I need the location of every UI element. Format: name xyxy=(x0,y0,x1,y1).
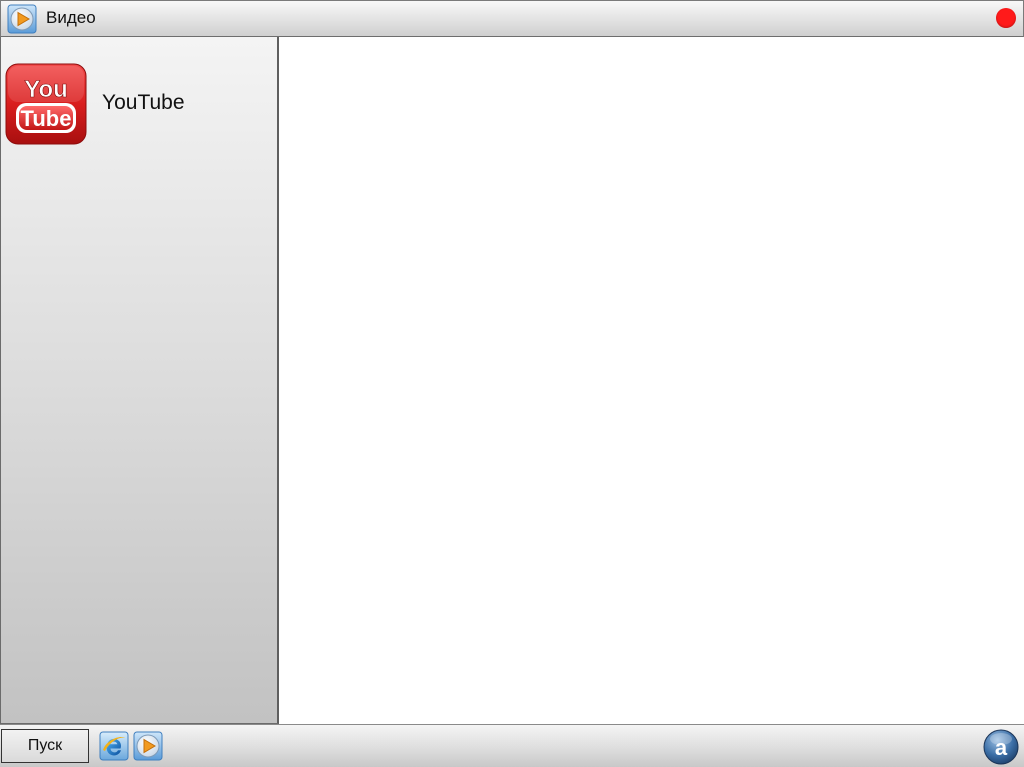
svg-text:You: You xyxy=(24,76,68,103)
taskbar: Пуск a xyxy=(0,724,1024,767)
video-player-icon xyxy=(7,4,37,34)
sidebar-item-youtube[interactable]: You Tube YouTube xyxy=(5,63,273,147)
window-titlebar: Видео xyxy=(0,0,1024,38)
screen: Видео You Tube YouTube Пуск a xyxy=(0,0,1024,767)
youtube-icon: You Tube xyxy=(5,63,87,145)
content-area xyxy=(279,37,1024,724)
sidebar-item-label: YouTube xyxy=(102,91,185,114)
avast-icon[interactable]: a xyxy=(982,728,1020,766)
video-player-icon[interactable] xyxy=(133,731,163,761)
start-button[interactable]: Пуск xyxy=(1,729,89,763)
sidebar: You Tube YouTube xyxy=(0,37,279,724)
svg-text:Tube: Tube xyxy=(21,106,72,131)
close-button[interactable] xyxy=(996,8,1016,28)
svg-text:a: a xyxy=(995,735,1008,760)
window-title: Видео xyxy=(46,8,96,27)
internet-explorer-icon[interactable] xyxy=(99,731,129,761)
